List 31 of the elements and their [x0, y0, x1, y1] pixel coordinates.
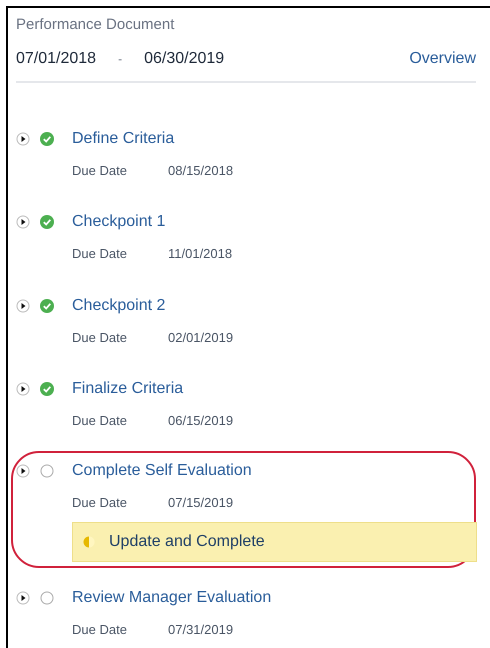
half-circle-icon [83, 536, 95, 548]
due-date-value: 08/15/2018 [168, 162, 234, 180]
expand-icon[interactable] [16, 591, 30, 605]
expand-icon[interactable] [16, 298, 30, 312]
due-date-label: Due Date [72, 245, 128, 263]
step-title-link[interactable]: Review Manager Evaluation [72, 586, 272, 610]
step-title-link[interactable]: Checkpoint 2 [72, 294, 166, 318]
date-separator: - [118, 50, 122, 68]
step-title-link[interactable]: Complete Self Evaluation [72, 458, 252, 482]
expand-icon[interactable] [16, 382, 30, 396]
due-date-value: 07/15/2019 [168, 494, 234, 512]
due-date-value: 07/31/2019 [168, 621, 234, 639]
expand-icon[interactable] [16, 132, 30, 146]
end-date: 06/30/2019 [144, 48, 224, 68]
due-date-label: Due Date [72, 328, 128, 346]
expand-icon[interactable] [16, 464, 30, 478]
step-title-link[interactable]: Checkpoint 1 [72, 210, 166, 234]
document-title: Performance Document [16, 15, 176, 35]
due-date-label: Due Date [72, 494, 128, 512]
step-title-link[interactable]: Finalize Criteria [72, 377, 184, 401]
due-date-label: Due Date [72, 412, 128, 430]
due-date-label: Due Date [72, 162, 128, 180]
due-date-value: 11/01/2018 [168, 245, 232, 263]
due-date-label: Due Date [72, 621, 128, 639]
expand-icon[interactable] [16, 215, 30, 229]
due-date-value: 06/15/2019 [168, 412, 234, 430]
step-title-link[interactable]: Define Criteria [72, 126, 174, 150]
due-date-value: 02/01/2019 [168, 328, 234, 346]
update-complete-button[interactable]: Update and Complete [72, 522, 477, 562]
start-date: 07/01/2018 [16, 48, 96, 68]
overview-link[interactable]: Overview [409, 46, 476, 70]
